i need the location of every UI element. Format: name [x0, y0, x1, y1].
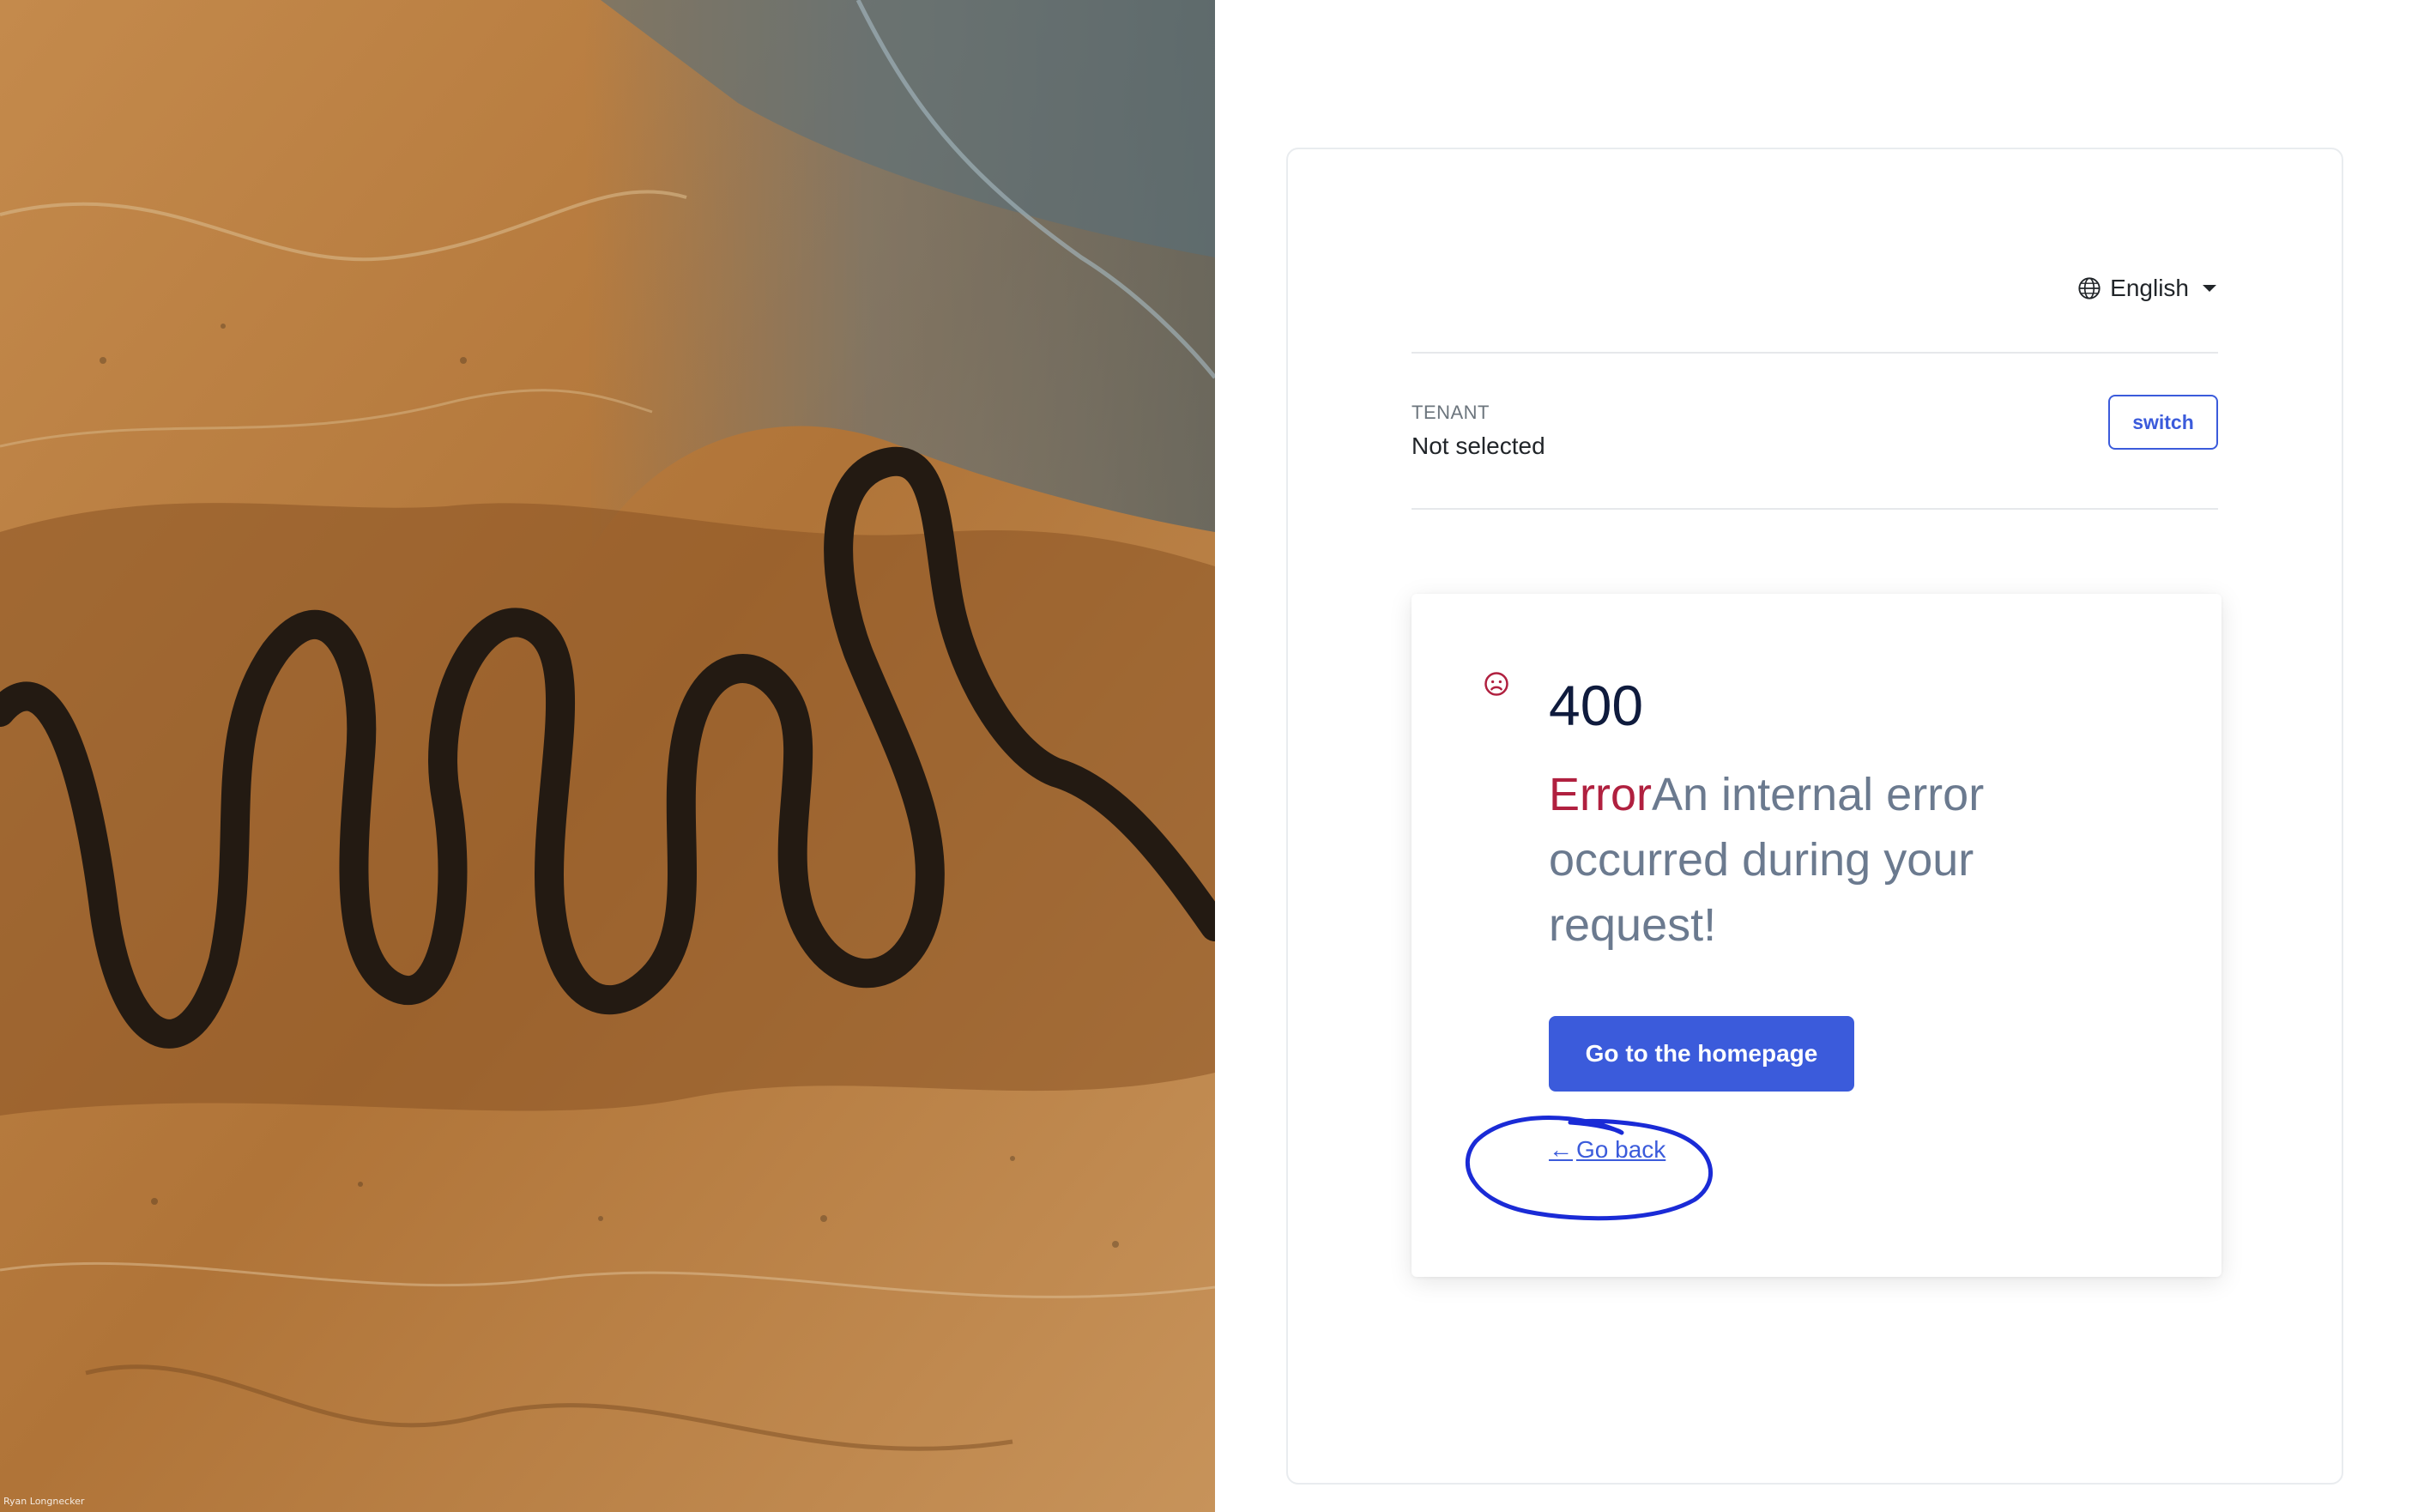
page: Ryan Longnecker English TENANT Not selec…	[0, 0, 2418, 1512]
error-panel: 400 ErrorAn internal error occurred duri…	[1412, 594, 2222, 1277]
error-code: 400	[1549, 674, 1644, 737]
language-selector[interactable]: English	[2077, 275, 2216, 302]
tenant-value: Not selected	[1412, 432, 1545, 459]
tenant-label: TENANT	[1412, 402, 1490, 423]
divider-bottom	[1412, 508, 2218, 510]
photo-credit: Ryan Longnecker	[3, 1496, 85, 1507]
go-back-link[interactable]: ← Go back	[1549, 1136, 1665, 1164]
go-to-homepage-button[interactable]: Go to the homepage	[1549, 1016, 1854, 1092]
error-message: ErrorAn internal error occurred during y…	[1549, 762, 2081, 958]
content-card: English TENANT Not selected switch 400 E…	[1286, 148, 2343, 1485]
switch-tenant-button[interactable]: switch	[2108, 395, 2218, 450]
sad-face-icon	[1484, 672, 1508, 696]
divider-top	[1412, 352, 2218, 354]
error-title: Error	[1549, 769, 1652, 820]
aerial-landscape-image	[0, 0, 1215, 1512]
arrow-left-icon: ←	[1549, 1136, 1573, 1163]
background-image: Ryan Longnecker	[0, 0, 1215, 1512]
language-label: English	[2110, 275, 2189, 301]
go-back-label: Go back	[1576, 1136, 1666, 1163]
chevron-down-icon	[2203, 285, 2216, 292]
globe-icon	[2078, 277, 2101, 299]
